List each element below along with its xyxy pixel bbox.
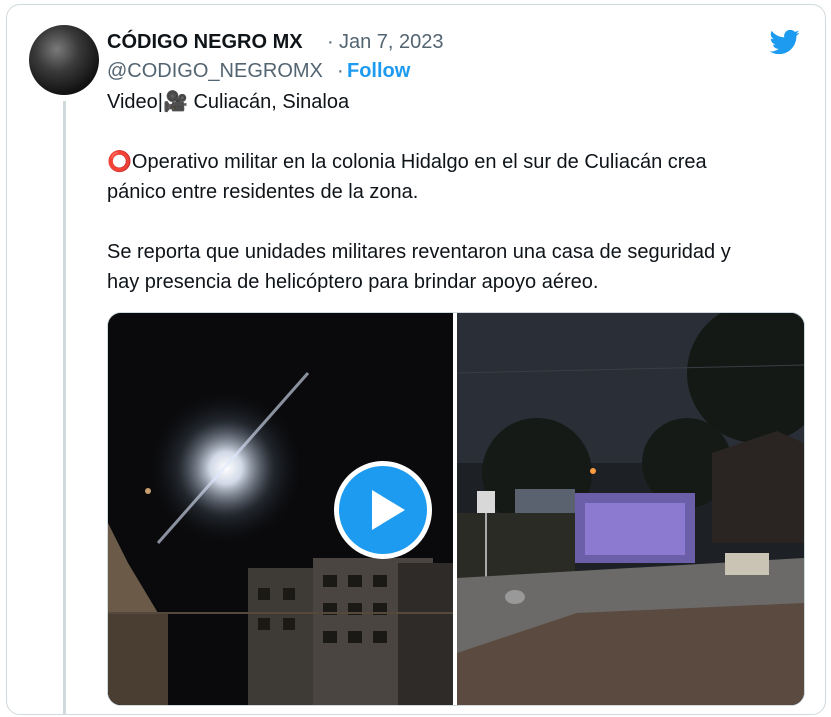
separator-dot: · [337, 60, 344, 82]
author-name[interactable]: CÓDIGO NEGRO MX [107, 31, 303, 54]
play-icon [372, 490, 405, 530]
tweet-text-line: Se reporta que unidades militares revent… [107, 241, 731, 263]
play-button[interactable] [334, 461, 432, 559]
video-frame-right [457, 313, 804, 705]
twitter-bird-icon[interactable] [767, 27, 803, 57]
author-handle[interactable]: @CODIGO_NEGROMX [107, 60, 323, 83]
tweet-card[interactable]: CÓDIGO NEGRO MX · Jan 7, 2023 @CODIGO_NE… [6, 4, 826, 715]
follow-button[interactable]: Follow [347, 60, 410, 83]
tweet-text-line: ⭕Operativo militar en la colonia Hidalgo… [107, 151, 707, 173]
tweet-text-line: pánico entre residentes de la zona. [107, 181, 419, 203]
tweet-text-line: Video|🎥 Culiacán, Sinaloa [107, 91, 350, 113]
thread-line [63, 101, 66, 714]
tweet-date[interactable]: Jan 7, 2023 [339, 31, 444, 54]
separator-dot: · [327, 31, 334, 53]
tweet-text-line: hay presencia de helicóptero para brinda… [107, 271, 599, 293]
video-media[interactable] [107, 312, 805, 706]
avatar[interactable] [29, 25, 99, 95]
